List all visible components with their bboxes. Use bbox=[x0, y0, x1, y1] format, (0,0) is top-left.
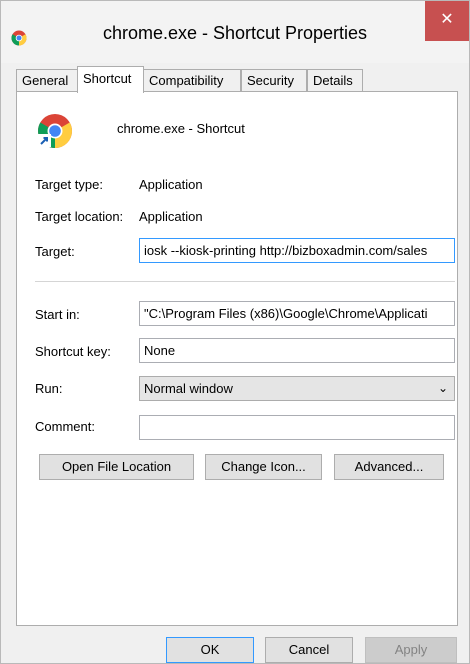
target-field[interactable]: iosk --kiosk-printing http://bizboxadmin… bbox=[139, 238, 455, 263]
run-select-value: Normal window bbox=[144, 381, 233, 396]
shortcut-name: chrome.exe - Shortcut bbox=[117, 121, 245, 136]
shortcut-key-field[interactable]: None bbox=[139, 338, 455, 363]
open-file-location-button[interactable]: Open File Location bbox=[39, 454, 194, 480]
apply-button[interactable]: Apply bbox=[365, 637, 457, 663]
target-type-label: Target type: bbox=[35, 177, 103, 192]
run-label: Run: bbox=[35, 381, 63, 396]
close-button[interactable]: ✕ bbox=[425, 1, 469, 41]
comment-field[interactable] bbox=[139, 415, 455, 440]
tab-security[interactable]: Security bbox=[241, 69, 307, 92]
start-in-label: Start in: bbox=[35, 307, 80, 322]
tab-details[interactable]: Details bbox=[307, 69, 363, 92]
properties-window: chrome.exe - Shortcut Properties ✕ Gener… bbox=[0, 0, 470, 664]
target-type-value: Application bbox=[139, 177, 203, 192]
title-bar[interactable]: chrome.exe - Shortcut Properties ✕ bbox=[1, 1, 469, 63]
chrome-shortcut-icon bbox=[38, 114, 72, 148]
shortcut-key-label: Shortcut key: bbox=[35, 344, 111, 359]
separator bbox=[35, 281, 455, 282]
chevron-down-icon: ⌄ bbox=[437, 381, 448, 395]
tab-shortcut[interactable]: Shortcut bbox=[77, 66, 144, 93]
cancel-button[interactable]: Cancel bbox=[265, 637, 353, 663]
start-in-field[interactable]: "C:\Program Files (x86)\Google\Chrome\Ap… bbox=[139, 301, 455, 326]
advanced-button[interactable]: Advanced... bbox=[334, 454, 444, 480]
comment-label: Comment: bbox=[35, 419, 95, 434]
tab-compatibility[interactable]: Compatibility bbox=[143, 69, 241, 92]
run-select[interactable]: Normal window ⌄ bbox=[139, 376, 455, 401]
target-label: Target: bbox=[35, 244, 75, 259]
target-location-value: Application bbox=[139, 209, 203, 224]
tab-general[interactable]: General bbox=[16, 69, 78, 92]
window-title: chrome.exe - Shortcut Properties bbox=[102, 23, 368, 43]
ok-button[interactable]: OK bbox=[166, 637, 254, 663]
change-icon-button[interactable]: Change Icon... bbox=[205, 454, 322, 480]
target-location-label: Target location: bbox=[35, 209, 124, 224]
